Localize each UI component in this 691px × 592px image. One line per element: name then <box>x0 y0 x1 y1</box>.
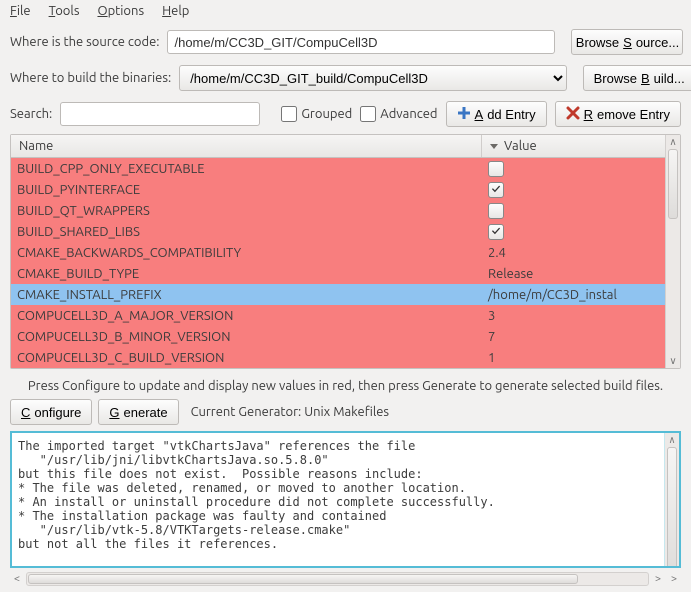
advanced-checkbox[interactable] <box>360 106 376 122</box>
cell-name: COMPUCELL3D_C_BUILD_VERSION <box>11 351 482 365</box>
cell-value[interactable]: 1 <box>482 351 680 365</box>
cell-name: BUILD_PYINTERFACE <box>11 183 482 197</box>
build-label: Where to build the binaries: <box>10 71 171 85</box>
header-value[interactable]: Value <box>482 135 680 157</box>
search-input[interactable] <box>60 102 260 126</box>
menu-file[interactable]: File <box>10 4 31 18</box>
header-name[interactable]: Name <box>11 135 482 157</box>
cell-value[interactable] <box>482 203 680 219</box>
remove-entry-button[interactable]: Remove Entry <box>555 101 681 127</box>
menu-help[interactable]: Help <box>162 4 189 18</box>
plus-icon <box>457 106 471 123</box>
variables-table: Name Value BUILD_CPP_ONLY_EXECUTABLEBUIL… <box>10 134 681 369</box>
value-checkbox[interactable] <box>488 161 504 177</box>
table-row[interactable]: COMPUCELL3D_A_MAJOR_VERSION3 <box>11 305 680 326</box>
log-vscrollbar[interactable]: ∧ ∨ <box>664 433 679 566</box>
cell-value[interactable]: 2.4 <box>482 246 680 260</box>
table-row[interactable]: CMAKE_BACKWARDS_COMPATIBILITY2.4 <box>11 242 680 263</box>
table-row[interactable]: BUILD_SHARED_LIBS <box>11 221 680 242</box>
table-row[interactable]: BUILD_PYINTERFACE <box>11 179 680 200</box>
remove-icon <box>566 106 580 123</box>
table-body: BUILD_CPP_ONLY_EXECUTABLE BUILD_PYINTERFA… <box>11 158 680 368</box>
scroll-thumb[interactable] <box>667 447 677 568</box>
table-header: Name Value <box>11 135 680 158</box>
table-row[interactable]: CMAKE_BUILD_TYPERelease <box>11 263 680 284</box>
source-label: Where is the source code: <box>10 35 159 49</box>
table-row[interactable]: BUILD_QT_WRAPPERS <box>11 200 680 221</box>
table-row[interactable]: CMAKE_INSTALL_PREFIX/home/m/CC3D_instal <box>11 284 680 305</box>
output-log[interactable]: The imported target "vtkChartsJava" refe… <box>10 431 681 568</box>
browse-build-button[interactable]: Browse Build... <box>583 65 691 91</box>
search-label: Search: <box>10 107 52 121</box>
source-input[interactable] <box>167 30 555 54</box>
value-checkbox[interactable] <box>488 224 504 240</box>
browse-source-button[interactable]: Browse Source... <box>571 29 683 55</box>
grouped-checkbox[interactable] <box>281 106 297 122</box>
scroll-up-icon[interactable]: ∧ <box>666 135 680 149</box>
cell-value[interactable] <box>482 224 680 240</box>
menubar: File Tools Options Help <box>0 0 691 24</box>
cell-name: BUILD_SHARED_LIBS <box>11 225 482 239</box>
scroll-right-icon[interactable]: > <box>667 573 681 585</box>
build-row: Where to build the binaries: /home/m/CC3… <box>0 60 691 96</box>
cell-value[interactable]: 7 <box>482 330 680 344</box>
scroll-left-icon[interactable]: < <box>10 573 24 585</box>
table-row[interactable]: COMPUCELL3D_B_MINOR_VERSION7 <box>11 326 680 347</box>
hint-text: Press Configure to update and display ne… <box>0 375 691 399</box>
scroll-up-icon[interactable]: ∧ <box>665 433 679 447</box>
grouped-checkbox-wrap[interactable]: Grouped <box>281 106 352 122</box>
cell-name: COMPUCELL3D_A_MAJOR_VERSION <box>11 309 482 323</box>
cell-name: COMPUCELL3D_B_MINOR_VERSION <box>11 330 482 344</box>
cell-value[interactable]: Release <box>482 267 680 281</box>
table-row[interactable]: BUILD_CPP_ONLY_EXECUTABLE <box>11 158 680 179</box>
scroll-down-icon[interactable]: ∨ <box>666 354 680 368</box>
source-row: Where is the source code: Browse Source.… <box>0 24 691 60</box>
generate-button[interactable]: Generate <box>98 399 178 425</box>
hscroll-thumb[interactable] <box>28 574 578 584</box>
cell-value[interactable]: 3 <box>482 309 680 323</box>
cell-name: BUILD_CPP_ONLY_EXECUTABLE <box>11 162 482 176</box>
table-vscrollbar[interactable]: ∧ ∨ <box>665 135 680 368</box>
table-row[interactable]: COMPUCELL3D_C_BUILD_VERSION1 <box>11 347 680 368</box>
current-generator-label: Current Generator: Unix Makefiles <box>191 405 389 419</box>
cell-name: CMAKE_INSTALL_PREFIX <box>11 288 482 302</box>
search-row: Search: Grouped Advanced Add Entry Remov… <box>0 96 691 132</box>
scroll-right-icon[interactable]: > <box>651 573 665 585</box>
configure-button[interactable]: Configure <box>10 399 92 425</box>
cell-value[interactable] <box>482 161 680 177</box>
grouped-label: Grouped <box>301 107 352 121</box>
advanced-checkbox-wrap[interactable]: Advanced <box>360 106 437 122</box>
build-select[interactable]: /home/m/CC3D_GIT_build/CompuCell3D <box>179 65 567 91</box>
value-checkbox[interactable] <box>488 182 504 198</box>
scroll-thumb[interactable] <box>668 149 678 219</box>
cell-name: CMAKE_BACKWARDS_COMPATIBILITY <box>11 246 482 260</box>
cell-name: CMAKE_BUILD_TYPE <box>11 267 482 281</box>
bottom-hscrollbar[interactable]: < > > <box>0 572 691 592</box>
add-entry-button[interactable]: Add Entry <box>446 101 547 127</box>
value-checkbox[interactable] <box>488 203 504 219</box>
action-row: Configure Generate Current Generator: Un… <box>0 399 691 431</box>
advanced-label: Advanced <box>380 107 437 121</box>
cell-value[interactable] <box>482 182 680 198</box>
cell-name: BUILD_QT_WRAPPERS <box>11 204 482 218</box>
log-text: The imported target "vtkChartsJava" refe… <box>18 439 495 568</box>
menu-tools[interactable]: Tools <box>49 4 80 18</box>
cell-value[interactable]: /home/m/CC3D_instal <box>482 288 680 302</box>
menu-options[interactable]: Options <box>97 4 144 18</box>
chevron-down-icon <box>490 144 498 149</box>
